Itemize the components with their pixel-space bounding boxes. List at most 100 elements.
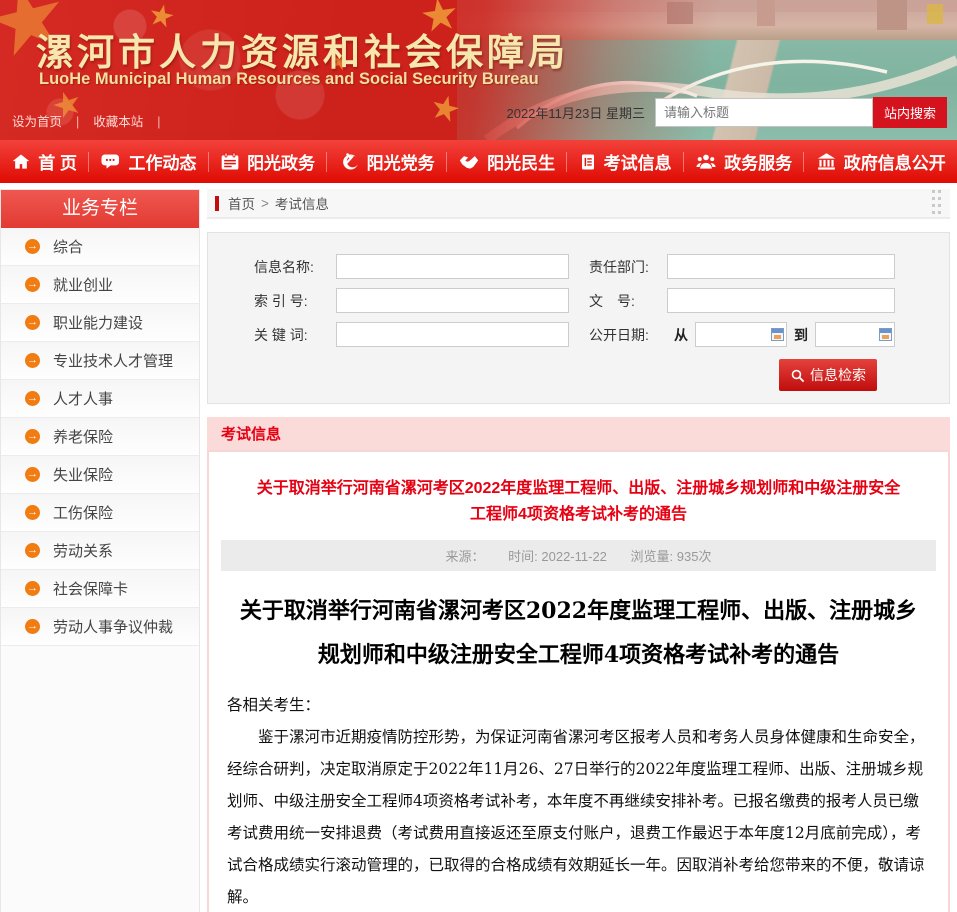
- sidebar: 业务专栏 综合 就业创业 职业能力建设 专业技术人才管理 人才人事 养老保险 失…: [0, 189, 200, 912]
- gov-building-icon: [816, 152, 837, 172]
- sidebar-item-employment[interactable]: 就业创业: [1, 266, 199, 304]
- breadcrumb-home-link[interactable]: 首页: [228, 193, 255, 213]
- sidebar-item-label: 养老保险: [53, 426, 113, 447]
- nav-item-livelihood[interactable]: 阳光民生: [458, 149, 555, 174]
- site-subtitle-en: LuoHe Municipal Human Resources and Soci…: [39, 70, 539, 89]
- breadcrumb-marker: [215, 196, 219, 211]
- sidebar-item-labor-relations[interactable]: 劳动关系: [1, 532, 199, 570]
- nav-item-home[interactable]: 首 页: [11, 149, 77, 174]
- meta-time-value: 2022-11-22: [541, 549, 607, 564]
- sidebar-item-label: 失业保险: [53, 464, 113, 485]
- nav-divider: [803, 152, 804, 172]
- nav-divider: [326, 152, 327, 172]
- sidebar-item-work-injury[interactable]: 工伤保险: [1, 494, 199, 532]
- calendar-picker-icon[interactable]: [771, 328, 784, 341]
- info-search-button[interactable]: 信息检索: [779, 359, 877, 391]
- sidebar-item-label: 劳动关系: [53, 540, 113, 561]
- main-content: 首页 > 考试信息 信息名称: 责任部门: 索 引 号: 文 号:: [207, 189, 950, 912]
- divider: |: [76, 115, 79, 129]
- doc-number-input[interactable]: [667, 288, 895, 313]
- set-home-link[interactable]: 设为首页: [12, 115, 62, 129]
- field-label-name: 信息名称:: [254, 257, 336, 277]
- arrow-circle-icon: [25, 581, 40, 596]
- nav-item-gov-affairs[interactable]: 阳光政务: [220, 149, 315, 174]
- nav-item-gov-info[interactable]: 政府信息公开: [816, 149, 946, 174]
- field-label-keyword: 关 键 词:: [254, 325, 336, 345]
- nav-item-exam-info[interactable]: 考试信息: [579, 149, 672, 174]
- arrow-circle-icon: [25, 429, 40, 444]
- nav-label: 考试信息: [604, 149, 672, 174]
- arrow-circle-icon: [25, 619, 40, 634]
- calendar-icon: [220, 152, 240, 172]
- breadcrumb-current: 考试信息: [275, 193, 329, 213]
- field-label-dept: 责任部门:: [589, 257, 667, 277]
- drag-handle-icon: [932, 190, 942, 216]
- nav-label: 政务服务: [724, 149, 792, 174]
- divider: |: [157, 115, 160, 129]
- date-to-label: 到: [794, 325, 808, 345]
- keyword-input[interactable]: [336, 322, 569, 347]
- nav-label: 政府信息公开: [844, 149, 946, 174]
- sidebar-item-talent-personnel[interactable]: 人才人事: [1, 380, 199, 418]
- site-banner: ★ ★ ★ ★ ★ ★ 漯河市人力资源和社会保障局 LuoHe Municipa…: [0, 0, 957, 140]
- info-search-form: 信息名称: 责任部门: 索 引 号: 文 号: 关 键 词: 公: [207, 232, 950, 404]
- handshake-icon: [458, 152, 480, 172]
- section-title: 考试信息: [207, 417, 950, 450]
- date-from-label: 从: [674, 325, 688, 345]
- nav-item-news[interactable]: 工作动态: [101, 149, 197, 174]
- article-meta: 来源： 时间: 2022-11-22 浏览量: 935次: [221, 540, 936, 571]
- responsible-dept-input[interactable]: [667, 254, 895, 279]
- sidebar-item-pension[interactable]: 养老保险: [1, 418, 199, 456]
- people-icon: [695, 152, 717, 172]
- breadcrumb-separator: >: [261, 196, 269, 211]
- calendar-picker-icon[interactable]: [879, 328, 892, 341]
- nav-item-services[interactable]: 政务服务: [695, 149, 792, 174]
- sidebar-item-labor-arbitration[interactable]: 劳动人事争议仲裁: [1, 608, 199, 646]
- arrow-circle-icon: [25, 505, 40, 520]
- sidebar-item-label: 综合: [53, 236, 83, 257]
- arrow-circle-icon: [25, 239, 40, 254]
- sidebar-item-label: 人才人事: [53, 388, 113, 409]
- sidebar-item-label: 职业能力建设: [53, 312, 143, 333]
- sidebar-item-label: 劳动人事争议仲裁: [53, 616, 173, 637]
- breadcrumb: 首页 > 考试信息: [207, 189, 950, 219]
- sidebar-item-vocational-skills[interactable]: 职业能力建设: [1, 304, 199, 342]
- sidebar-item-professional-talent[interactable]: 专业技术人才管理: [1, 342, 199, 380]
- article-link-title[interactable]: 关于取消举行河南省漯河考区2022年度监理工程师、出版、注册城乡规划师和中级注册…: [255, 476, 902, 528]
- nav-item-party[interactable]: 阳光党务: [339, 149, 435, 174]
- article-salutation: 各相关考生：: [227, 689, 930, 721]
- main-nav: 首 页 工作动态 阳光政务 阳光党务 阳光民生 考试信息 政务服务 政府信息公开: [0, 140, 957, 183]
- banner-links: 设为首页 | 收藏本站 |: [12, 111, 175, 130]
- article-heading: 关于取消举行河南省漯河考区2022年度监理工程师、出版、注册城乡规划师和中级注册…: [229, 589, 928, 677]
- nav-label: 工作动态: [129, 149, 197, 174]
- nav-label: 阳光民生: [487, 149, 555, 174]
- page-body: 业务专栏 综合 就业创业 职业能力建设 专业技术人才管理 人才人事 养老保险 失…: [0, 183, 957, 912]
- nav-divider: [446, 152, 447, 172]
- magnifier-icon: [790, 368, 805, 383]
- nav-divider: [208, 152, 209, 172]
- sidebar-item-social-security-card[interactable]: 社会保障卡: [1, 570, 199, 608]
- index-number-input[interactable]: [336, 288, 569, 313]
- info-name-input[interactable]: [336, 254, 569, 279]
- arrow-circle-icon: [25, 353, 40, 368]
- sidebar-item-comprehensive[interactable]: 综合: [1, 228, 199, 266]
- arrow-circle-icon: [25, 277, 40, 292]
- site-search-button[interactable]: 站内搜索: [873, 97, 947, 128]
- field-label-doc: 文 号:: [589, 291, 667, 311]
- field-label-date: 公开日期:: [589, 325, 667, 345]
- nav-divider: [566, 152, 567, 172]
- meta-views-label: 浏览量:: [631, 549, 674, 564]
- party-icon: [339, 152, 360, 172]
- nav-divider: [683, 152, 684, 172]
- meta-source-label: 来源：: [445, 549, 484, 564]
- arrow-circle-icon: [25, 467, 40, 482]
- article: 关于取消举行河南省漯河考区2022年度监理工程师、出版、注册城乡规划师和中级注册…: [207, 450, 950, 912]
- arrow-circle-icon: [25, 391, 40, 406]
- favorite-link[interactable]: 收藏本站: [93, 115, 143, 129]
- article-body: 各相关考生： 鉴于漯河市近期疫情防控形势，为保证河南省漯河考区报考人员和考务人员…: [227, 689, 930, 912]
- sidebar-item-unemployment[interactable]: 失业保险: [1, 456, 199, 494]
- field-label-index: 索 引 号:: [254, 291, 336, 311]
- meta-views-value: 935次: [677, 549, 712, 564]
- site-search-input[interactable]: [655, 98, 873, 127]
- nav-label: 首 页: [38, 149, 77, 174]
